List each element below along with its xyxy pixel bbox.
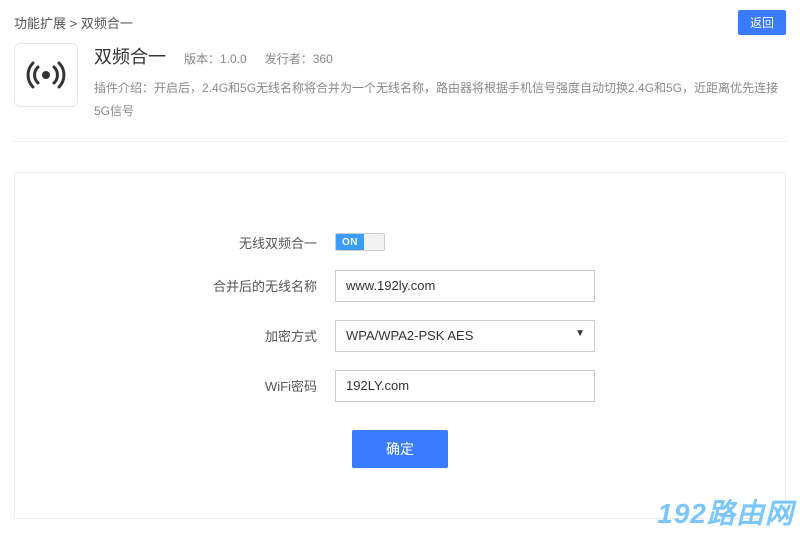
dual-band-toggle[interactable]: ON [335, 233, 385, 251]
ssid-label: 合并后的无线名称 [55, 276, 335, 295]
back-button[interactable]: 返回 [738, 10, 786, 35]
settings-card: 无线双频合一 ON 合并后的无线名称 加密方式 WPA/WPA2-PSK AES [14, 172, 786, 519]
wifi-password-input[interactable] [335, 370, 595, 402]
plugin-header: 双频合一 版本：1.0.0 发行者：360 插件介绍：开启后，2.4G和5G无线… [14, 43, 786, 141]
toggle-label: 无线双频合一 [55, 233, 335, 252]
plugin-description: 插件介绍：开启后，2.4G和5G无线名称将合并为一个无线名称，路由器将根据手机信… [94, 77, 786, 123]
password-label: WiFi密码 [55, 376, 335, 395]
toggle-on-text: ON [336, 234, 364, 250]
plugin-publisher: 发行者：360 [265, 50, 333, 67]
breadcrumb-current: 双频合一 [81, 16, 133, 31]
breadcrumb: 功能扩展 > 双频合一 [14, 13, 133, 32]
plugin-version: 版本：1.0.0 [184, 50, 247, 67]
ssid-input[interactable] [335, 270, 595, 302]
wifi-signal-icon [14, 43, 78, 107]
encryption-select[interactable]: WPA/WPA2-PSK AES [335, 320, 595, 352]
encryption-label: 加密方式 [55, 326, 335, 345]
confirm-button[interactable]: 确定 [352, 430, 448, 468]
breadcrumb-separator: > [70, 16, 78, 31]
breadcrumb-parent[interactable]: 功能扩展 [14, 16, 66, 31]
plugin-title: 双频合一 [94, 43, 166, 69]
